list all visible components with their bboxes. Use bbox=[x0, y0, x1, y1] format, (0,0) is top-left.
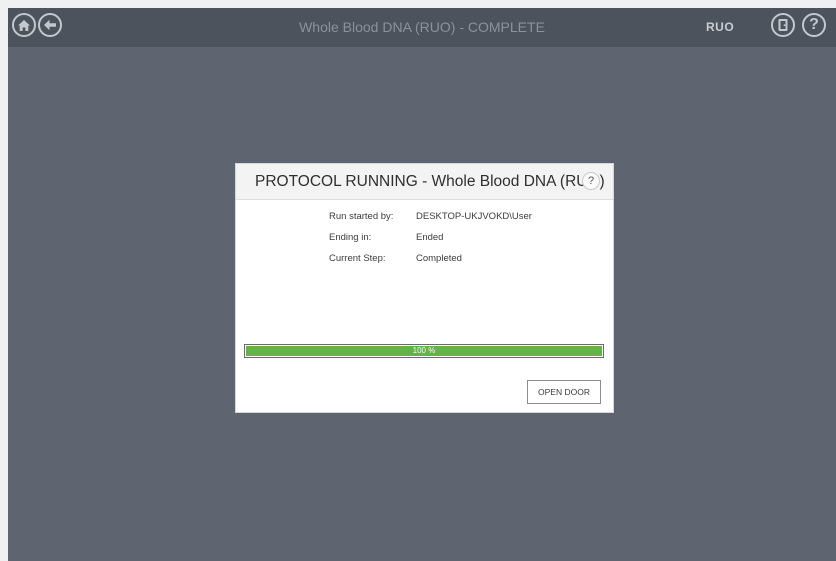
run-started-by-label: Run started by: bbox=[329, 211, 394, 222]
dialog-help-icon[interactable]: ? bbox=[582, 172, 600, 190]
dialog-title: PROTOCOL RUNNING - Whole Blood DNA (RUO) bbox=[255, 173, 605, 190]
help-glyph: ? bbox=[809, 16, 819, 33]
current-step-value: Completed bbox=[416, 253, 462, 264]
current-step-label: Current Step: bbox=[329, 253, 386, 264]
progress-label: 100 % bbox=[412, 346, 436, 355]
app-window: Whole Blood DNA (RUO) - COMPLETE RUO ? P… bbox=[8, 8, 836, 561]
ruo-badge: RUO bbox=[706, 20, 735, 34]
run-started-by-value: DESKTOP-UKJVOKD\User bbox=[416, 211, 532, 222]
ending-in-label: Ending in: bbox=[329, 232, 372, 243]
progress-bar: 100 % bbox=[244, 344, 604, 358]
ending-in-value: Ended bbox=[416, 232, 444, 243]
help-icon[interactable]: ? bbox=[802, 13, 826, 37]
protocol-running-dialog: PROTOCOL RUNNING - Whole Blood DNA (RUO)… bbox=[236, 164, 613, 412]
dialog-header: PROTOCOL RUNNING - Whole Blood DNA (RUO)… bbox=[236, 164, 613, 200]
door-icon[interactable] bbox=[771, 13, 795, 37]
header-bar: Whole Blood DNA (RUO) - COMPLETE RUO ? bbox=[8, 8, 836, 47]
open-door-button[interactable]: OPEN DOOR bbox=[527, 380, 601, 404]
